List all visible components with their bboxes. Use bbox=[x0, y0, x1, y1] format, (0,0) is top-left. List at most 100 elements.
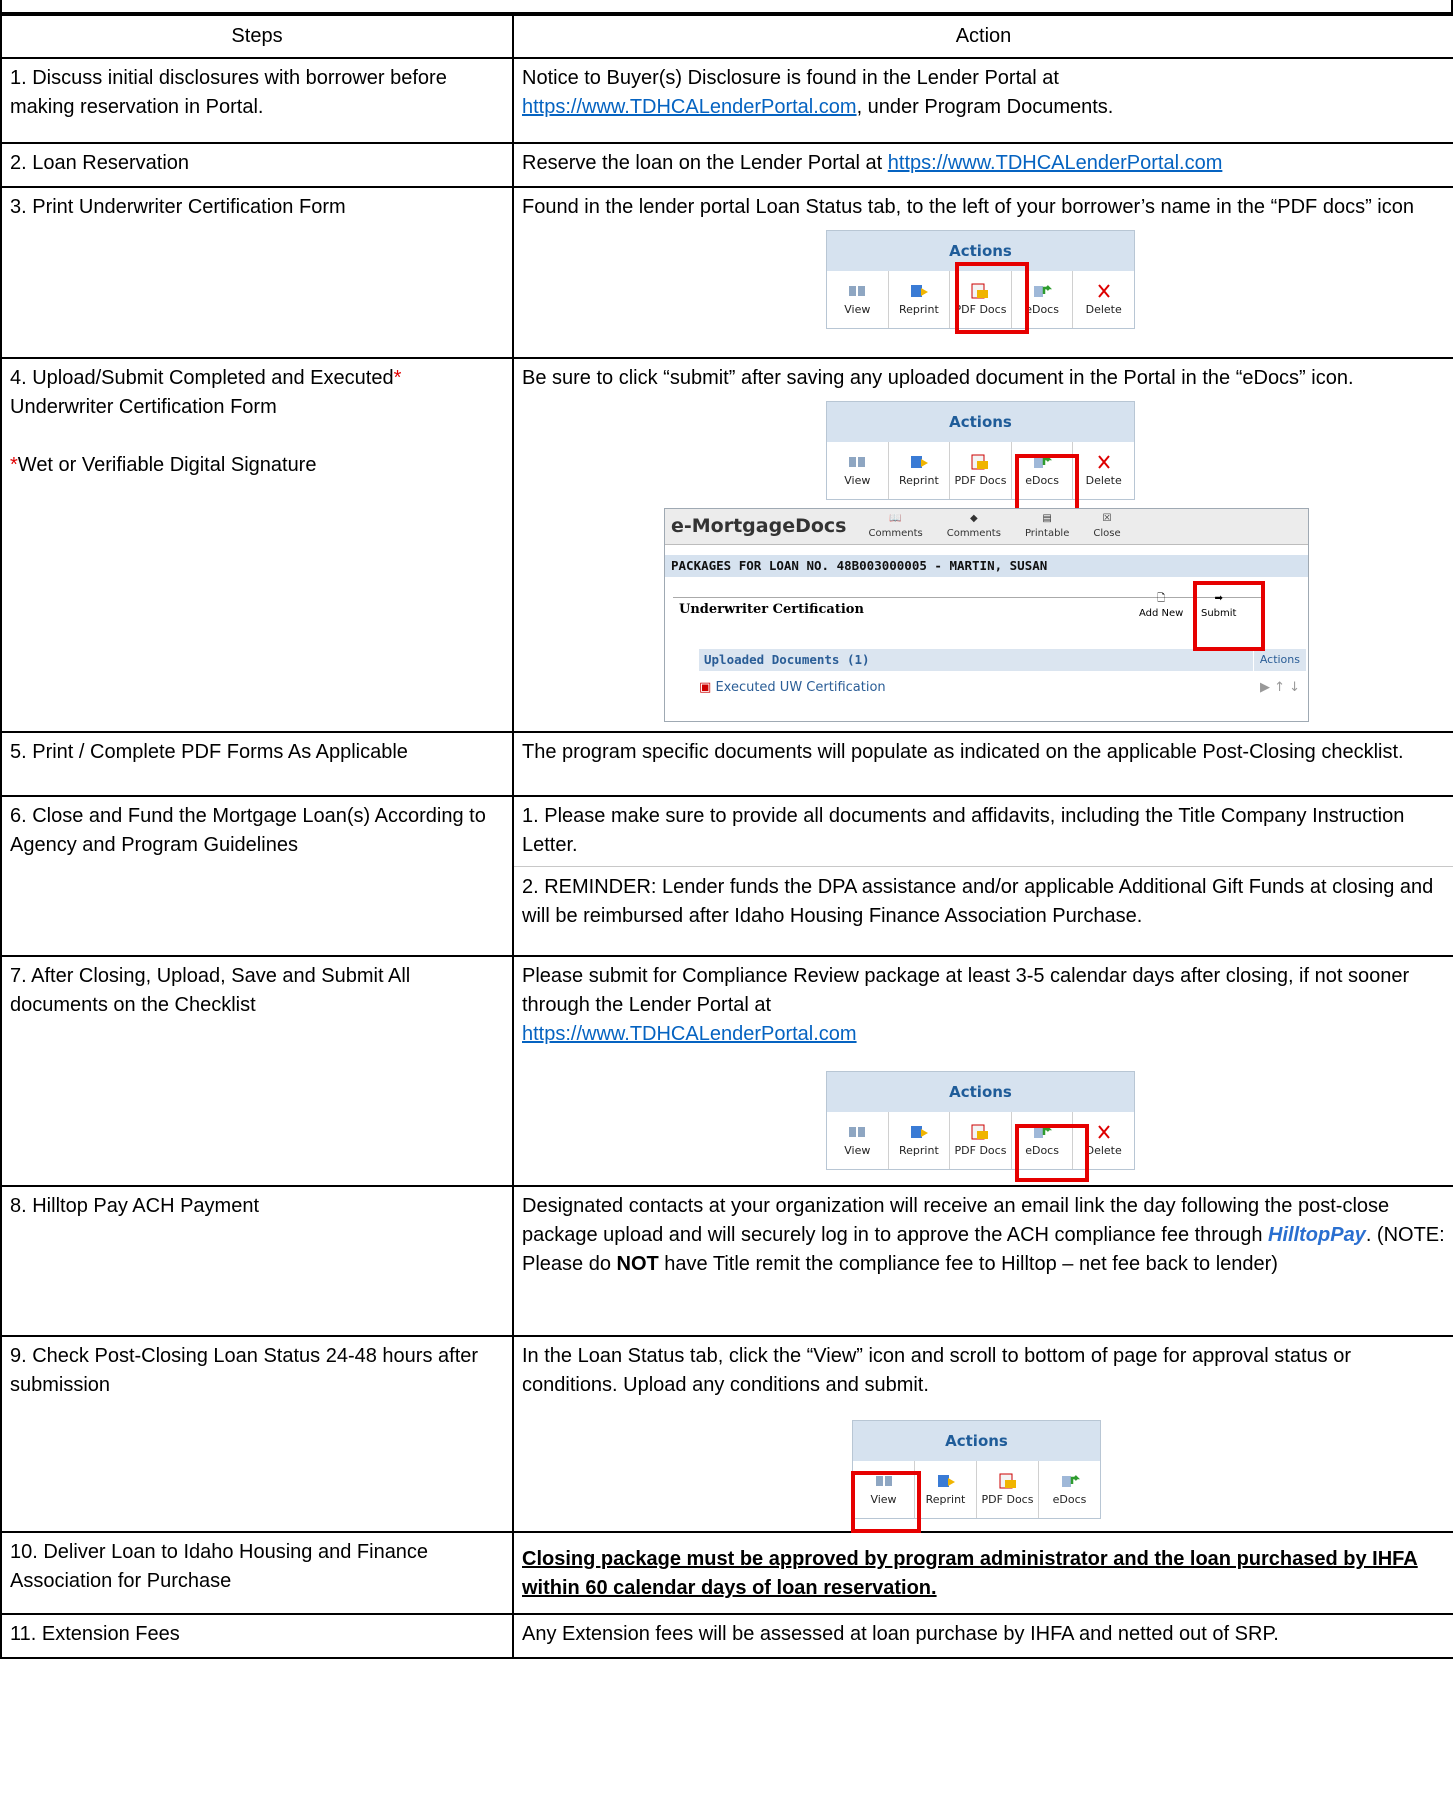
add-icon: 🗋 bbox=[1157, 593, 1166, 604]
tool-label: Comments bbox=[868, 527, 923, 539]
signature-note: Wet or Verifiable Digital Signature bbox=[17, 454, 317, 476]
pdf-docs-label: PDF Docs bbox=[954, 473, 1007, 487]
comments-tool[interactable]: ◆ Comments bbox=[947, 512, 1001, 541]
document-row[interactable]: ▣ Executed UW Certification ▶ ↑ ↓ bbox=[699, 675, 1306, 701]
close-icon: ☒ bbox=[1102, 513, 1112, 524]
delete-label: Delete bbox=[1085, 302, 1122, 316]
edocs-label: eDocs bbox=[1052, 1492, 1087, 1506]
edocs-icon bbox=[1031, 282, 1053, 302]
view-button[interactable]: View bbox=[827, 271, 889, 328]
action-text: Reserve the loan on the Lender Portal at bbox=[522, 152, 888, 174]
action-cell: Be sure to click “submit” after saving a… bbox=[512, 357, 1453, 733]
reprint-button[interactable]: Reprint bbox=[889, 442, 951, 499]
table-row: 3. Print Underwriter Certification Form … bbox=[0, 186, 1453, 359]
edocs-button[interactable]: eDocs bbox=[1039, 1461, 1100, 1518]
action-text: 2. REMINDER: Lender funds the DPA assist… bbox=[522, 876, 1434, 927]
comment-icon: ◆ bbox=[969, 513, 978, 524]
previous-page-edge bbox=[0, 0, 1453, 14]
delete-icon bbox=[1093, 282, 1115, 302]
table-row: 10. Deliver Loan to Idaho Housing and Fi… bbox=[0, 1531, 1453, 1615]
table-row: 9. Check Post-Closing Loan Status 24-48 … bbox=[0, 1335, 1453, 1533]
step-cell: 10. Deliver Loan to Idaho Housing and Fi… bbox=[0, 1531, 514, 1615]
step-cell: 5. Print / Complete PDF Forms As Applica… bbox=[0, 731, 514, 797]
printable-tool[interactable]: ▤ Printable bbox=[1025, 512, 1069, 541]
action-cell: Closing package must be approved by prog… bbox=[512, 1531, 1453, 1615]
edocs-icon bbox=[1059, 1472, 1081, 1492]
actions-header: Actions bbox=[827, 1072, 1134, 1112]
comments-tool[interactable]: 📖 Comments bbox=[869, 512, 923, 541]
step-cell: 2. Loan Reservation bbox=[0, 142, 514, 188]
reprint-icon bbox=[935, 1472, 957, 1492]
highlight-box bbox=[1193, 581, 1265, 651]
hilltoppay-brand: HilltopPay bbox=[1268, 1224, 1366, 1246]
header-action: Action bbox=[512, 14, 1453, 59]
reprint-button[interactable]: Reprint bbox=[889, 1112, 951, 1169]
action-cell: Any Extension fees will be assessed at l… bbox=[512, 1613, 1453, 1659]
pdf-icon: ▣ bbox=[699, 680, 712, 695]
delete-button[interactable]: Delete bbox=[1073, 271, 1134, 328]
delete-label: Delete bbox=[1085, 473, 1122, 487]
portal-link[interactable]: https://www.TDHCALenderPortal.com bbox=[888, 152, 1223, 174]
edocs-title: e-MortgageDocs bbox=[671, 514, 847, 537]
portal-link[interactable]: https://www.TDHCALenderPortal.com bbox=[522, 96, 857, 118]
view-button[interactable]: View bbox=[827, 442, 889, 499]
view-label: View bbox=[844, 473, 871, 487]
add-new-label: Add New bbox=[1139, 607, 1184, 619]
close-tool[interactable]: ☒ Close bbox=[1093, 512, 1120, 541]
print-icon: ▤ bbox=[1042, 513, 1052, 524]
highlight-box bbox=[955, 262, 1029, 334]
header-row: Steps Action bbox=[0, 14, 1453, 59]
pdf-docs-label: PDF Docs bbox=[954, 1143, 1007, 1157]
step-text: Underwriter Certification Form bbox=[10, 396, 277, 418]
document-link[interactable]: Executed UW Certification bbox=[715, 680, 885, 695]
delete-button[interactable]: Delete bbox=[1073, 442, 1134, 499]
steps-table: Steps Action 1. Discuss initial disclosu… bbox=[0, 14, 1453, 1659]
pdf-docs-button[interactable]: PDF Docs bbox=[950, 1112, 1012, 1169]
action-text: Found in the lender portal Loan Status t… bbox=[522, 196, 1414, 218]
book-icon bbox=[846, 453, 868, 473]
step-cell: 11. Extension Fees bbox=[0, 1613, 514, 1659]
not-emphasis: NOT bbox=[616, 1253, 659, 1275]
reprint-label: Reprint bbox=[899, 473, 939, 487]
reprint-button[interactable]: Reprint bbox=[915, 1461, 977, 1518]
table-row: 2. Loan Reservation Reserve the loan on … bbox=[0, 142, 1453, 188]
reprint-icon bbox=[908, 453, 930, 473]
tool-label: Comments bbox=[946, 527, 1001, 539]
reprint-button[interactable]: Reprint bbox=[889, 271, 951, 328]
action-cell: Notice to Buyer(s) Disclosure is found i… bbox=[512, 57, 1453, 144]
actions-toolbar-screenshot: Actions View Reprint PDF Docs eDocs Dele… bbox=[826, 401, 1135, 513]
pdf-icon bbox=[997, 1472, 1019, 1492]
delete-label: Delete bbox=[1085, 1143, 1122, 1157]
action-text: , under Program Documents. bbox=[856, 96, 1114, 118]
section-legend: Underwriter Certification bbox=[673, 601, 870, 620]
reprint-label: Reprint bbox=[899, 302, 939, 316]
action-text: Designated contacts at your organization… bbox=[522, 1195, 1390, 1246]
actions-toolbar-screenshot: Actions View Reprint PDF Docs eDocs bbox=[851, 1420, 1101, 1533]
tool-label: Printable bbox=[1024, 527, 1070, 539]
reprint-label: Reprint bbox=[899, 1143, 939, 1157]
actions-header: Actions bbox=[827, 402, 1134, 442]
step-cell: 3. Print Underwriter Certification Form bbox=[0, 186, 514, 359]
portal-link[interactable]: https://www.TDHCALenderPortal.com bbox=[522, 1023, 857, 1045]
pdf-docs-button[interactable]: PDF Docs bbox=[977, 1461, 1039, 1518]
view-label: View bbox=[844, 302, 871, 316]
action-cell: Please submit for Compliance Review pack… bbox=[512, 955, 1453, 1187]
view-button[interactable]: View bbox=[827, 1112, 889, 1169]
delete-icon bbox=[1093, 1123, 1115, 1143]
action-cell: Designated contacts at your organization… bbox=[512, 1185, 1453, 1337]
step-cell: 8. Hilltop Pay ACH Payment bbox=[0, 1185, 514, 1337]
pdf-docs-button[interactable]: PDF Docs bbox=[950, 442, 1012, 499]
package-header: PACKAGES FOR LOAN NO. 48B003000005 - MAR… bbox=[665, 555, 1308, 577]
table-row: 8. Hilltop Pay ACH Payment Designated co… bbox=[0, 1185, 1453, 1337]
pdf-icon bbox=[969, 453, 991, 473]
divider bbox=[514, 866, 1453, 867]
action-text: have Title remit the compliance fee to H… bbox=[658, 1253, 1278, 1275]
reprint-icon bbox=[908, 282, 930, 302]
action-cell: In the Loan Status tab, click the “View”… bbox=[512, 1335, 1453, 1533]
edocs-label: eDocs bbox=[1025, 302, 1059, 316]
action-text: 1. Please make sure to provide all docum… bbox=[522, 805, 1405, 856]
action-cell: Reserve the loan on the Lender Portal at… bbox=[512, 142, 1453, 188]
step-text: 4. Upload/Submit Completed and Executed bbox=[10, 367, 394, 389]
highlight-box bbox=[1015, 1124, 1089, 1182]
add-new-button[interactable]: 🗋 Add New bbox=[1139, 592, 1183, 621]
